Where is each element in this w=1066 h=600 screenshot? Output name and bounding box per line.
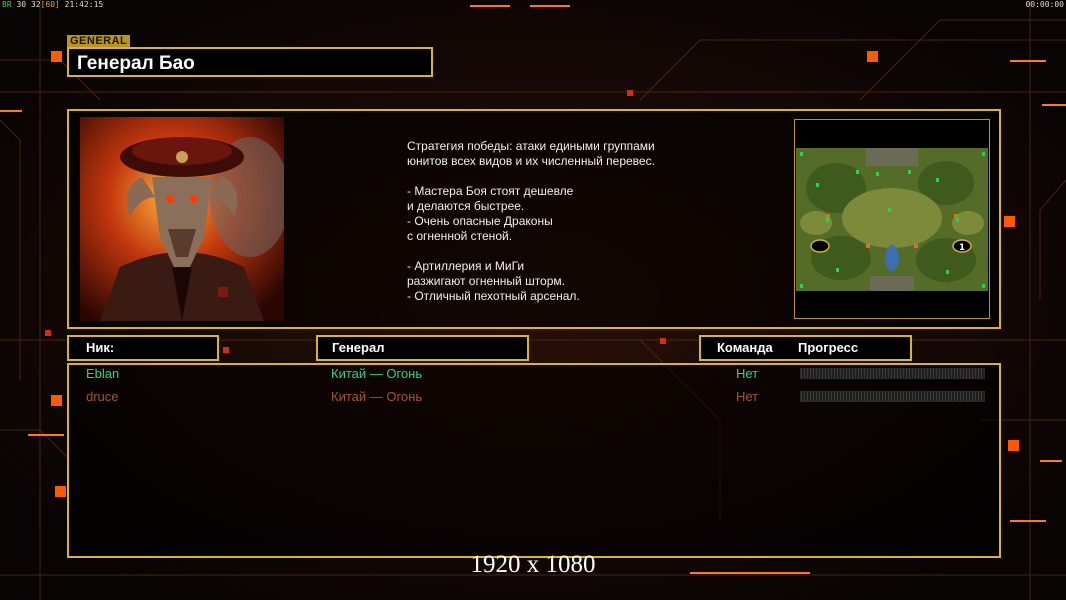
hud-frame-cap: [60] xyxy=(40,0,60,9)
table-row: Eblan Китай — Огонь Нет xyxy=(0,366,1066,384)
hud-prefix: BR xyxy=(2,0,12,9)
header-team-progress-box: Команда Прогресс xyxy=(699,335,912,361)
section-tag: GENERAL xyxy=(67,35,131,47)
player-progress-bar xyxy=(800,368,985,379)
general-name: Генерал Бао xyxy=(77,53,195,74)
general-title-box: Генерал Бао xyxy=(67,47,433,77)
map-preview[interactable]: 1 xyxy=(796,148,988,291)
header-nick-box: Ник: xyxy=(67,335,219,361)
player-nick: druce xyxy=(86,389,119,404)
hud-timer: 00:00:00 xyxy=(1025,0,1064,9)
hud-frames: 32 xyxy=(30,0,41,9)
hud-fps: 30 xyxy=(16,0,27,9)
header-progress: Прогресс xyxy=(798,340,859,355)
player-nick: Eblan xyxy=(86,366,120,381)
player-team: Нет xyxy=(736,389,759,404)
header-team: Команда xyxy=(717,340,773,355)
header-general: Генерал xyxy=(332,340,385,355)
player-general: Китай — Огонь xyxy=(331,366,423,381)
table-row: druce Китай — Огонь Нет xyxy=(0,389,1066,407)
header-nick: Ник: xyxy=(86,340,115,355)
header-general-box: Генерал xyxy=(316,335,529,361)
hud-clock: 21:42:15 xyxy=(64,0,104,9)
resolution-label: 1920 x 1080 xyxy=(470,551,596,578)
player-progress-bar xyxy=(800,391,985,402)
start-position-marker: 1 xyxy=(959,243,965,253)
hud-fps-clock: BR 30 32[60] 21:42:15 xyxy=(2,0,103,9)
player-general: Китай — Огонь xyxy=(331,389,423,404)
general-portrait xyxy=(80,117,284,321)
strategy-description: Стратегия победы: атаки едиными группами… xyxy=(407,139,655,303)
player-team: Нет xyxy=(736,366,759,381)
